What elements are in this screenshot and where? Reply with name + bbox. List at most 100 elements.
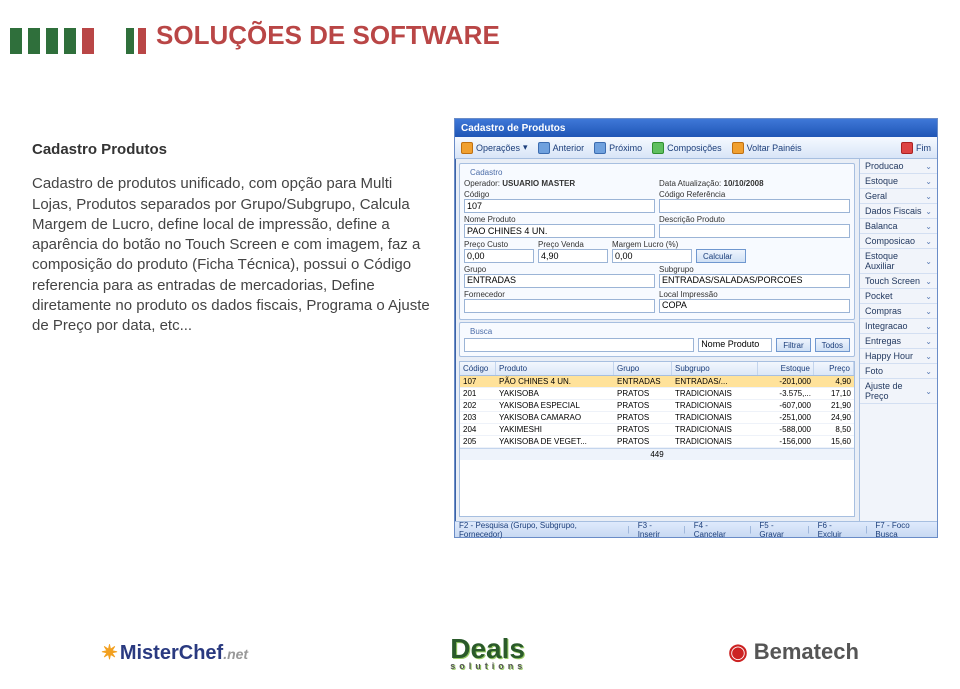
pcusto-input[interactable]	[464, 249, 534, 263]
side-panel-item[interactable]: Dados Fiscais⌄	[860, 204, 937, 219]
codref-label: Código Referência	[659, 190, 850, 199]
col-produto[interactable]: Produto	[496, 362, 614, 375]
bematech-logo: ◉ Bematech	[728, 639, 858, 665]
table-row[interactable]: 203YAKISOBA CAMARAOPRATOSTRADICIONAIS-25…	[460, 412, 854, 424]
window-titlebar: Cadastro de Produtos	[455, 119, 937, 137]
side-panel-item[interactable]: Producao⌄	[860, 159, 937, 174]
deals-logo: Deals solutions	[450, 633, 526, 671]
data-atualizacao-value: 10/10/2008	[724, 179, 764, 188]
pcusto-label: Preço Custo	[464, 240, 534, 249]
side-panel-item[interactable]: Integracao⌄	[860, 319, 937, 334]
tool-proximo[interactable]: Próximo	[594, 142, 642, 154]
col-preco[interactable]: Preço	[814, 362, 854, 375]
chevron-down-icon: ⌄	[925, 387, 932, 396]
table-row[interactable]: 201YAKISOBAPRATOSTRADICIONAIS-3.575,...1…	[460, 388, 854, 400]
chevron-down-icon: ⌄	[925, 292, 932, 301]
slide-title: SOLUÇÕES DE SOFTWARE	[156, 20, 500, 51]
status-f6: F6 - Excluir	[818, 521, 858, 539]
header-accent-bars	[10, 28, 94, 54]
status-bar: F2 - Pesquisa (Grupo, Subgrupo, Forneced…	[455, 521, 937, 537]
side-panel-item[interactable]: Estoque Auxiliar⌄	[860, 249, 937, 274]
operador-label: Operador:	[464, 179, 500, 188]
status-f3: F3 - Inserir	[638, 521, 676, 539]
footer-logos: ✷MisterChef.net Deals solutions ◉ Bemate…	[0, 633, 960, 671]
tool-voltar-label: Voltar Painéis	[747, 143, 802, 153]
side-panel-item[interactable]: Happy Hour⌄	[860, 349, 937, 364]
status-f2: F2 - Pesquisa (Grupo, Subgrupo, Forneced…	[459, 521, 620, 539]
localimp-select[interactable]: COPA	[659, 299, 850, 313]
busca-input[interactable]	[464, 338, 694, 352]
table-row[interactable]: 202YAKISOBA ESPECIALPRATOSTRADICIONAIS-6…	[460, 400, 854, 412]
compositions-icon	[652, 142, 664, 154]
side-panel-item[interactable]: Foto⌄	[860, 364, 937, 379]
side-panel-item[interactable]: Composicao⌄	[860, 234, 937, 249]
app-window: Cadastro de Produtos Operações ▾ Anterio…	[454, 118, 938, 538]
chevron-down-icon: ⌄	[925, 337, 932, 346]
next-icon	[594, 142, 606, 154]
status-f5: F5 - Gravar	[759, 521, 799, 539]
codref-input[interactable]	[659, 199, 850, 213]
margem-label: Margem Lucro (%)	[612, 240, 692, 249]
nome-label: Nome Produto	[464, 215, 655, 224]
margem-input[interactable]	[612, 249, 692, 263]
table-row[interactable]: 107PÃO CHINES 4 UN.ENTRADASENTRADAS/...-…	[460, 376, 854, 388]
busca-field-select[interactable]: Nome Produto	[698, 338, 772, 352]
col-grupo[interactable]: Grupo	[614, 362, 672, 375]
tool-fim-label: Fim	[916, 143, 931, 153]
codigo-input[interactable]	[464, 199, 655, 213]
cadastro-legend: Cadastro	[467, 168, 505, 177]
back-panels-icon	[732, 142, 744, 154]
tool-composicoes[interactable]: Composições	[652, 142, 722, 154]
prev-icon	[538, 142, 550, 154]
status-f7: F7 - Foco Busca	[875, 521, 933, 539]
tool-anterior[interactable]: Anterior	[538, 142, 585, 154]
chevron-down-icon: ⌄	[925, 352, 932, 361]
filtrar-button[interactable]: Filtrar	[776, 338, 810, 352]
product-grid[interactable]: Código Produto Grupo Subgrupo Estoque Pr…	[459, 361, 855, 517]
nome-input[interactable]	[464, 224, 655, 238]
window-title: Cadastro de Produtos	[461, 123, 565, 134]
col-estoque[interactable]: Estoque	[758, 362, 814, 375]
fornecedor-label: Fornecedor	[464, 290, 655, 299]
pvenda-label: Preço Venda	[538, 240, 608, 249]
grid-header: Código Produto Grupo Subgrupo Estoque Pr…	[460, 362, 854, 376]
todos-button[interactable]: Todos	[815, 338, 850, 352]
table-row[interactable]: 204YAKIMESHIPRATOSTRADICIONAIS-588,0008,…	[460, 424, 854, 436]
side-panel-item[interactable]: Balanca⌄	[860, 219, 937, 234]
fornecedor-select[interactable]	[464, 299, 655, 313]
slide-body: Cadastro de produtos unificado, com opçã…	[32, 174, 430, 336]
grupo-select[interactable]: ENTRADAS	[464, 274, 655, 288]
desc-label: Descrição Produto	[659, 215, 850, 224]
table-row[interactable]: 205YAKISOBA DE VEGET...PRATOSTRADICIONAI…	[460, 436, 854, 448]
subgrupo-select[interactable]: ENTRADAS/SALADAS/PORCOES	[659, 274, 850, 288]
cadastro-group: Cadastro Operador: USUARIO MASTER Data A…	[459, 163, 855, 320]
title-accent-bars	[126, 28, 146, 54]
side-panel-item[interactable]: Geral⌄	[860, 189, 937, 204]
side-panel-item[interactable]: Entregas⌄	[860, 334, 937, 349]
grupo-label: Grupo	[464, 265, 655, 274]
tool-operacoes[interactable]: Operações ▾	[461, 142, 528, 154]
col-subgrupo[interactable]: Subgrupo	[672, 362, 758, 375]
chevron-down-icon: ⌄	[925, 257, 932, 266]
side-panel-item[interactable]: Touch Screen⌄	[860, 274, 937, 289]
col-codigo[interactable]: Código	[460, 362, 496, 375]
tool-voltar[interactable]: Voltar Painéis	[732, 142, 802, 154]
toolbar: Operações ▾ Anterior Próximo Composições…	[455, 137, 937, 159]
side-panel-item[interactable]: Pocket⌄	[860, 289, 937, 304]
side-panel-item[interactable]: Estoque⌄	[860, 174, 937, 189]
calcular-button[interactable]: Calcular	[696, 249, 746, 263]
operador-value: USUARIO MASTER	[502, 179, 575, 188]
chevron-down-icon: ⌄	[925, 162, 932, 171]
desc-input[interactable]	[659, 224, 850, 238]
misterchef-logo: ✷MisterChef.net	[101, 640, 248, 665]
busca-group: Busca Nome Produto Filtrar Todos	[459, 322, 855, 357]
side-panel-item[interactable]: Compras⌄	[860, 304, 937, 319]
side-panel-item[interactable]: Ajuste de Preço⌄	[860, 379, 937, 404]
operations-icon	[461, 142, 473, 154]
bematech-dot-icon: ◉	[728, 639, 747, 664]
side-accordion: Producao⌄Estoque⌄Geral⌄Dados Fiscais⌄Bal…	[859, 159, 937, 521]
pvenda-input[interactable]	[538, 249, 608, 263]
chevron-down-icon: ⌄	[925, 237, 932, 246]
data-atualizacao-label: Data Atualização:	[659, 179, 721, 188]
tool-fim[interactable]: Fim	[901, 142, 931, 154]
